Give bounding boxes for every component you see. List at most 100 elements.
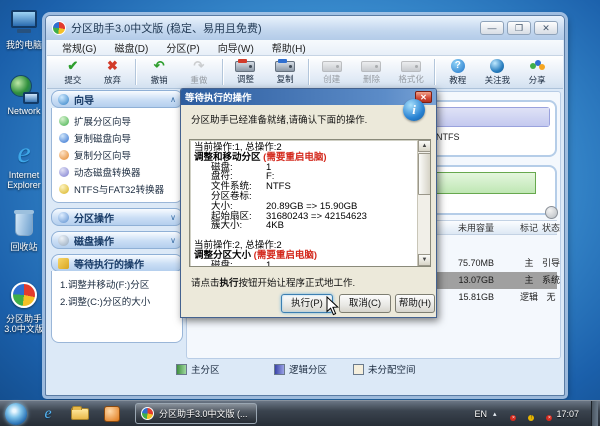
scroll-down-icon[interactable]: ▼ [418,254,431,266]
chevron-down-icon[interactable]: ∨ [170,236,176,245]
copy-disk-icon [275,61,295,72]
window-titlebar[interactable]: 分区助手3.0中文版 (稳定、易用且免费) — ❐ ✕ [46,16,564,40]
op1-warning: (需要重启电脑) [263,152,326,163]
toolbar: ✔提交 ✖放弃 ↶撤销 ↷重做 调整 复制 创建 删除 格式化 ?教程 关注我 … [47,56,563,89]
disk-ops-panel-header[interactable]: 磁盘操作 ∨ [51,231,183,249]
network-status-icon[interactable]: ! [520,408,532,419]
pending-ops-panel-header[interactable]: 等待执行的操作 [51,254,183,272]
commit-check-icon: ✔ [67,59,78,73]
tutorial-question-icon: ? [451,59,465,73]
language-indicator[interactable]: EN [474,409,487,419]
cancel-button[interactable]: 取消(C) [339,294,391,313]
partition-assistant-icon [8,282,40,312]
taskbar-ie-icon[interactable]: e [35,404,61,424]
pending-op-item[interactable]: 2.调整(C:)分区的大小 [60,294,182,311]
pending-op-item[interactable]: 1.调整并移动(F:)分区 [60,277,182,294]
scrollbar-thumb[interactable] [418,153,431,195]
window-title: 分区助手3.0中文版 (稳定、易用且免费) [71,20,262,36]
dialog-titlebar[interactable]: 等待执行的操作 ✕ [181,89,436,105]
volume-icon[interactable]: × [502,408,514,419]
delete-button: 删除 [352,57,392,87]
copy-disk-wizard-icon [59,133,69,143]
toolbar-separator [135,59,136,85]
app-icon [52,21,66,35]
desktop-icon-internet-explorer[interactable]: e Internet Explorer [0,138,48,190]
partition-ops-panel-header[interactable]: 分区操作 ∨ [51,208,183,226]
format-disk-icon [401,61,421,72]
chevron-down-icon[interactable]: ∨ [170,213,176,222]
dynamic-disk-converter-icon [59,167,69,177]
resize-button[interactable]: 调整 [226,57,266,87]
follow-me-button[interactable]: 关注我 [478,57,518,87]
info-icon: i [403,99,425,121]
share-button[interactable]: 分享 [517,57,557,87]
dialog-footer-text: 请点击执行按钮开始让程序正式地工作. [191,275,355,289]
discard-button[interactable]: ✖放弃 [93,57,133,87]
taskbar: e 分区助手3.0中文版 (... EN ▴ × ! × 17:07 [0,400,600,426]
redo-button: ↷重做 [179,57,219,87]
partition-assistant-icon [141,407,154,420]
mouse-cursor [326,296,340,321]
create-button: 创建 [312,57,352,87]
minimize-button[interactable]: — [480,21,504,35]
wizards-panel-header[interactable]: 向导 ∧ [51,90,183,108]
desktop-icon-label: Internet Explorer [0,170,48,190]
operations-list[interactable]: 当前操作:1, 总操作:2 调整和移动分区 (需要重启电脑) 磁盘:1 盘符:F… [189,139,431,267]
menu-partition[interactable]: 分区(P) [157,40,208,55]
partition-legend: 主分区 逻辑分区 未分配空间 [46,362,566,378]
unallocated-swatch [353,364,364,375]
maximize-button[interactable]: ❐ [507,21,531,35]
sidebar-item-extend-partition-wizard[interactable]: 扩展分区向导 [59,112,182,129]
desktop-icon-network[interactable]: Network [0,74,48,116]
action-center-flag-icon[interactable]: × [538,408,550,419]
ntfs-fat32-converter-icon [59,184,69,194]
dialog-scrollbar[interactable]: ▲ ▼ [417,140,430,266]
discard-x-icon: ✖ [107,59,118,73]
delete-disk-icon [361,61,381,72]
wizards-panel-body: 扩展分区向导 复制磁盘向导 复制分区向导 动态磁盘转换器 NTFS与FAT32转… [51,108,183,203]
close-button[interactable]: ✕ [534,21,558,35]
menu-wizard[interactable]: 向导(W) [209,40,263,55]
sidebar-item-copy-partition-wizard[interactable]: 复制分区向导 [59,146,182,163]
copy-button[interactable]: 复制 [265,57,305,87]
toolbar-separator [308,59,309,85]
wizard-icon [58,94,69,105]
sidebar-item-ntfs-fat32-converter[interactable]: NTFS与FAT32转换器 [59,180,182,197]
my-computer-icon [8,8,40,38]
chevron-up-icon[interactable]: ∧ [170,95,176,104]
disk-ops-icon [58,235,69,246]
create-disk-icon [322,61,342,72]
taskbar-media-icon[interactable] [99,404,125,424]
clock[interactable]: 17:07 [556,409,579,419]
redo-icon: ↷ [193,59,204,73]
internet-explorer-icon: e [8,138,40,168]
menu-disk[interactable]: 磁盘(D) [105,40,157,55]
show-desktop-button[interactable] [591,401,598,426]
desktop-icon-my-computer[interactable]: 我的电脑 [0,8,48,50]
start-button[interactable] [5,403,27,425]
taskbar-explorer-icon[interactable] [67,404,93,424]
desktop-icon-label: 分区助手3.0中文版 [0,314,48,334]
pending-operations-dialog: 等待执行的操作 ✕ 分区助手已经准备就绪,请确认下面的操作. i 当前操作:1,… [180,88,437,318]
tutorial-button[interactable]: ?教程 [438,57,478,87]
commit-button[interactable]: ✔提交 [53,57,93,87]
desktop-icon-partition-assistant[interactable]: 分区助手3.0中文版 [0,280,48,334]
desktop-icon-recycle-bin[interactable]: 回收站 [0,210,48,252]
globe-icon [490,59,504,73]
sidebar-item-dynamic-disk-converter[interactable]: 动态磁盘转换器 [59,163,182,180]
menu-general[interactable]: 常规(G) [53,40,105,55]
pending-ops-panel-body: 1.调整并移动(F:)分区 2.调整(C:)分区的大小 [51,271,183,343]
toolbar-separator [434,59,435,85]
help-button[interactable]: 帮助(H) [395,294,435,313]
tray-expand-icon[interactable]: ▴ [493,410,497,418]
column-status[interactable]: 状态 [537,221,565,236]
scroll-up-icon[interactable]: ▲ [418,140,431,152]
resize-handle[interactable] [545,206,558,219]
taskbar-app-button[interactable]: 分区助手3.0中文版 (... [135,403,257,424]
undo-button[interactable]: ↶撤销 [139,57,179,87]
logical-partition-swatch [274,364,285,375]
menu-help[interactable]: 帮助(H) [263,40,315,55]
partition-ops-icon [58,212,69,223]
system-tray: EN ▴ × ! × 17:07 [474,401,600,426]
sidebar-item-copy-disk-wizard[interactable]: 复制磁盘向导 [59,129,182,146]
